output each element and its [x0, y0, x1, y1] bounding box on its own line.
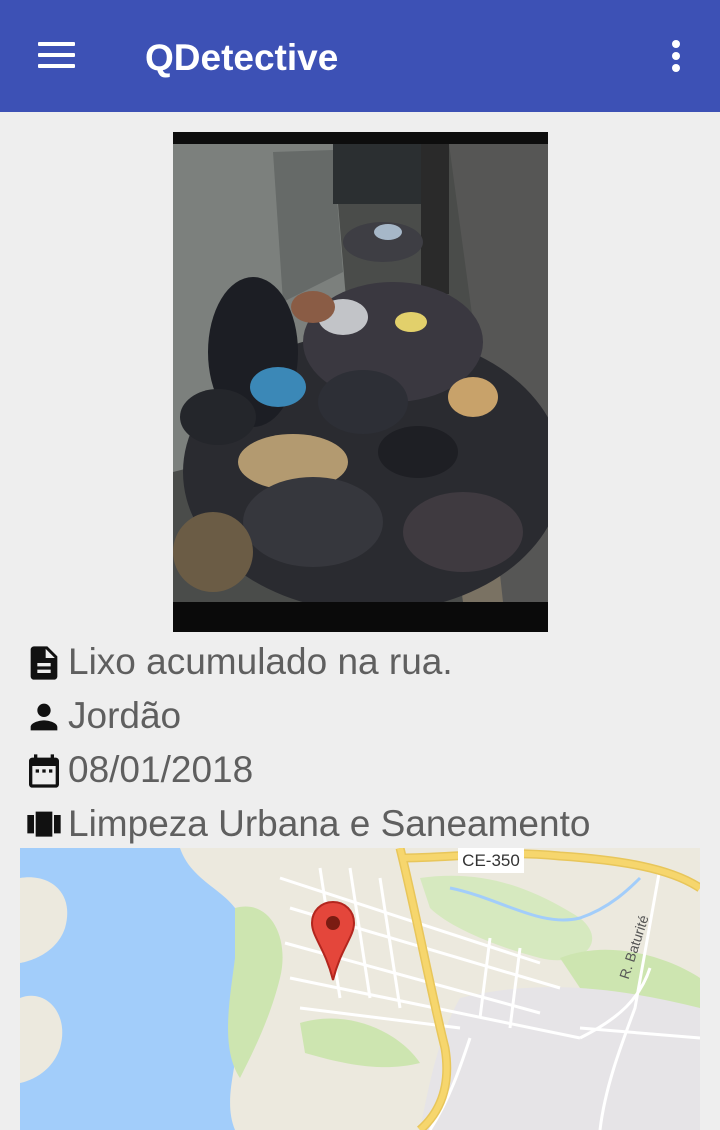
- map-tiles: [20, 848, 700, 1130]
- more-vert-icon-dot-3: [672, 64, 680, 72]
- menu-icon-bar-middle: [38, 53, 75, 57]
- map-marker-icon[interactable]: [310, 900, 356, 982]
- report-photo[interactable]: [173, 132, 548, 632]
- menu-button[interactable]: [28, 28, 84, 84]
- report-author: Jordão: [68, 695, 182, 736]
- view-carousel-icon: [27, 811, 61, 837]
- description-icon: [30, 646, 58, 680]
- calendar-icon: [29, 754, 59, 788]
- app-bar: QDetective: [0, 0, 720, 112]
- person-icon: [30, 703, 58, 731]
- map-road-label: CE-350: [458, 848, 524, 873]
- overflow-menu-button[interactable]: [652, 30, 700, 82]
- menu-icon-bar-top: [38, 42, 75, 46]
- report-date: 08/01/2018: [68, 749, 254, 790]
- more-vert-icon-dot-1: [672, 40, 680, 48]
- report-description: Lixo acumulado na rua.: [68, 641, 453, 682]
- garbage-photo-image: [173, 132, 548, 632]
- report-category: Limpeza Urbana e Saneamento: [68, 803, 591, 844]
- more-vert-icon-dot-2: [672, 52, 680, 60]
- menu-icon-bar-bottom: [38, 64, 75, 68]
- app-title: QDetective: [145, 37, 339, 78]
- location-map[interactable]: CE-350 R. Baturité: [20, 848, 700, 1130]
